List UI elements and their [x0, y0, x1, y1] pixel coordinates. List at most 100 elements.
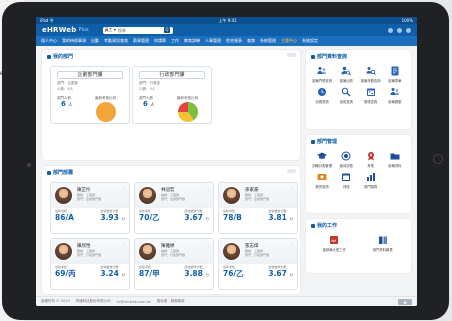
search-input[interactable] — [117, 27, 162, 33]
more-button[interactable] — [287, 169, 296, 173]
menu-item[interactable]: 人事管理 — [205, 38, 221, 44]
notification-icon[interactable] — [388, 27, 393, 33]
menu-item[interactable]: 申請單 — [154, 38, 166, 44]
menu-item[interactable]: 個人中心 — [41, 38, 57, 44]
score-number: 3.88 — [184, 269, 203, 278]
go-top-button[interactable]: ▲ — [398, 298, 412, 305]
shortcut-item[interactable]: 調班查詢 — [359, 86, 383, 104]
search-icon[interactable]: Q — [163, 27, 170, 33]
my-dept-title: 我的部門 — [42, 50, 300, 63]
menu-item[interactable]: 我的待辦事項 — [62, 38, 86, 44]
shortcut-label: 部屬表單 — [388, 79, 402, 83]
footer-links[interactable]: 隱私權 · 服務條款 — [157, 299, 185, 304]
person-dept: 部門：行政部門課 — [161, 253, 186, 257]
section-icon — [311, 54, 315, 59]
shortcut-item[interactable]: 請假查詢 — [310, 86, 334, 104]
menu-item[interactable]: 工作 — [171, 38, 179, 44]
score-value: 3.81 分 — [268, 213, 293, 224]
person-dept: 部門：行政部門課 — [77, 253, 102, 257]
avatar — [54, 186, 73, 205]
score-number: 3.81 — [268, 213, 287, 222]
menu-item[interactable]: 教育訓練 — [184, 38, 200, 44]
shortcut-item[interactable]: 部屬資料 — [383, 150, 407, 168]
menu-item[interactable]: 主管中心 — [281, 38, 297, 44]
person-card[interactable]: 陳欣怡 職稱：工程師 部門：行政部門課 ⋮ 最新考核 69/丙 最新績效分數 3.2… — [50, 238, 130, 290]
more-button[interactable] — [287, 53, 296, 57]
person-card[interactable]: 陳芷伶 職稱：工程師 部門：企劃部門課 ⋮ 最新考核 86/A 最新績效分數 3.9… — [50, 182, 130, 234]
shortcut-item[interactable]: 部屬出勤 — [334, 65, 358, 83]
search-scope-dropdown[interactable]: 員工 ▾ — [105, 27, 116, 33]
shortcut-item[interactable]: 部屬年假查詢 — [359, 65, 383, 83]
score-unit: 分 — [205, 273, 210, 277]
star-badge-icon — [367, 152, 374, 161]
shortcut-item[interactable]: 薪資查詢 — [310, 171, 334, 189]
pie-slice — [178, 102, 188, 112]
shortcut-item[interactable]: 績效評核 — [334, 150, 358, 168]
menu-item[interactable]: 系統設定 — [302, 38, 318, 44]
person-header: 陳雅婷 職稱：工程師 部門：行政部門課 ⋮ — [135, 239, 213, 264]
menu-item[interactable]: 出勤 — [91, 38, 99, 44]
shortcut-item[interactable]: 部門資料報表 — [359, 234, 408, 252]
shortcut-item[interactable]: 加班查詢 — [334, 86, 358, 104]
more-icon[interactable]: ⋮ — [122, 242, 126, 261]
app-logo[interactable]: eHRWeb — [42, 26, 76, 34]
shortcut-item[interactable]: 訓練計劃管理 — [310, 150, 334, 168]
shortcut-item[interactable]: 考核 — [359, 150, 383, 168]
person-card[interactable]: 陳雅婷 職稱：工程師 部門：行政部門課 ⋮ 最新考核 87/甲 最新績效分數 3.8… — [134, 238, 214, 290]
menu-item[interactable]: 系統管理 — [260, 38, 276, 44]
status-bar: iPad 令 上午 9:41 100% — [36, 17, 417, 24]
rating-value: 70/乙 — [139, 213, 160, 222]
status-time: 上午 9:41 — [218, 17, 237, 23]
money-icon — [317, 174, 327, 180]
dept-name: 企劃部門課 — [57, 71, 123, 79]
person-info: 陳芷伶 職稱：工程師 部門：企劃部門課 — [77, 186, 118, 205]
person-header: 孫家豪 職稱：工程師 部門：企劃部門課 ⋮ — [219, 183, 297, 208]
shortcut-label: 薪資查詢 — [315, 185, 329, 189]
more-icon[interactable]: ⋮ — [290, 242, 294, 261]
person-info: 陳雅婷 職稱：工程師 部門：行政部門課 — [161, 242, 202, 261]
main-menu: 個人中心 我的待辦事項 出勤 考勤資訊查詢 薪資管理 申請單 工作 教育訓練 人事管理 綜合報表查… — [36, 36, 417, 46]
shortcut-label: 部屬出勤 — [339, 79, 353, 83]
score-number: 3.24 — [100, 269, 119, 278]
person-card[interactable]: 張志偉 職稱：工程師 部門：行政部門課 ⋮ 最新考核 76/乙 最新績效分數 3.6… — [218, 238, 298, 290]
dept-card[interactable]: 行政部門課 部門：行政部 人數：5人 部門人數 6 人 最新考核比例 — [132, 66, 212, 124]
rating-value: 69/丙 — [55, 269, 76, 278]
avatar — [138, 186, 157, 205]
dept-card[interactable]: 企劃部門課 部門：企劃部 人數：5人 部門人數 6 人 最新考核比例 — [50, 66, 130, 124]
score-unit: 分 — [121, 273, 126, 277]
more-icon[interactable]: ⋮ — [206, 242, 210, 261]
shortcut-item[interactable]: 部屬異動 — [383, 86, 407, 104]
my-dept-title-text: 我的部門 — [53, 54, 74, 60]
person-stats: 最新考核 78/B 最新績效分數 3.81 分 — [219, 208, 297, 224]
menu-item[interactable]: 薪資管理 — [133, 38, 149, 44]
count-unit: 人 — [150, 102, 155, 107]
score-unit: 分 — [289, 217, 294, 221]
logout-icon[interactable] — [406, 27, 411, 33]
shortcut-item[interactable]: 排班 — [334, 171, 358, 189]
menu-item[interactable]: 查詢 — [247, 38, 255, 44]
my-dept-panel: 我的部門 企劃部門課 部門：企劃部 人數：5人 部門人數 6 人 最新考核比例 … — [42, 50, 300, 160]
shortcut-item[interactable]: 部屬門禁查詢 — [310, 65, 334, 83]
person-card[interactable]: 孫家豪 職稱：工程師 部門：企劃部門課 ⋮ 最新考核 78/B 最新績效分數 3.8… — [218, 182, 298, 234]
more-icon[interactable]: ⋮ — [122, 186, 126, 205]
shortcut-item[interactable]: 部門預算 — [359, 171, 383, 189]
top-bar: eHRWeb Plus 員工 ▾ Q — [36, 24, 417, 36]
person-card[interactable]: 林冠宏 職稱：工程師 部門：企劃部門課 ⋮ 最新考核 70/乙 最新績效分數 3.6… — [134, 182, 214, 234]
my-work-grid: 簽核單大型工作 部門資料報表 — [306, 232, 411, 254]
footer-email[interactable]: hr@ehrweb.com.tw — [117, 300, 151, 304]
home-button[interactable] — [433, 154, 443, 164]
stat-score: 最新績效分數 3.24 分 — [100, 265, 125, 280]
shortcut-item[interactable]: 簽核單大型工作 — [310, 234, 359, 252]
more-icon[interactable]: ⋮ — [290, 186, 294, 205]
count-unit: 人 — [68, 102, 73, 107]
shortcut-label: 調班查詢 — [364, 100, 378, 104]
my-work-title: 我的工作 — [306, 219, 411, 232]
menu-item[interactable]: 考勤資訊查詢 — [104, 38, 128, 44]
shortcut-item[interactable]: 部屬表單 — [383, 65, 407, 83]
more-icon[interactable]: ⋮ — [206, 186, 210, 205]
shortcut-label: 訓練計劃管理 — [312, 164, 333, 168]
dept-sub1: 部門：企劃部 — [57, 81, 78, 85]
dept-query-grid: 部屬門禁查詢 部屬出勤 部屬年假查詢 部屬表單請假查詢 加班查詢 調班查詢 部屬異動 — [306, 63, 411, 106]
menu-item[interactable]: 綜合報表 — [226, 38, 242, 44]
user-icon[interactable] — [397, 27, 402, 33]
